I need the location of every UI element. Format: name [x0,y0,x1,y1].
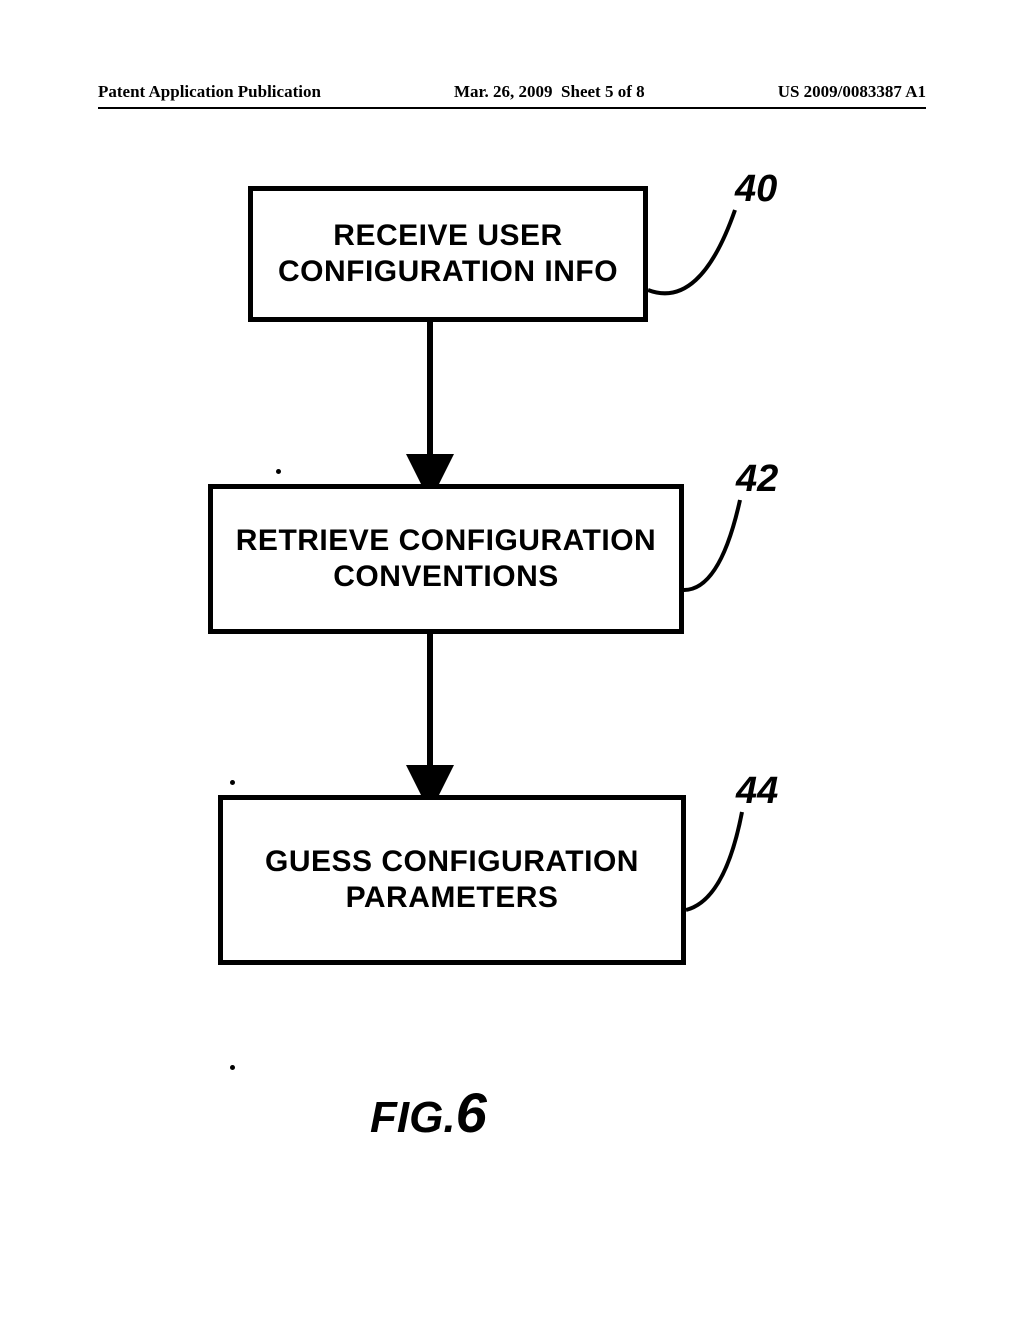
step-label: GUESS CONFIGURATIONPARAMETERS [265,844,639,916]
figure-caption: FIG.6 [370,1080,487,1145]
reference-numeral-40: 40 [735,168,777,211]
figure-number: 6 [456,1081,487,1144]
flowchart-step-receive-user-config: RECEIVE USERCONFIGURATION INFO [248,186,648,322]
reference-numeral-44: 44 [736,770,778,813]
artifact-dot [230,780,235,785]
flowchart-diagram: RECEIVE USERCONFIGURATION INFO 40 RETRIE… [0,0,1024,1320]
reference-numeral-42: 42 [736,458,778,501]
flowchart-step-retrieve-config-conventions: RETRIEVE CONFIGURATIONCONVENTIONS [208,484,684,634]
step-label: RETRIEVE CONFIGURATIONCONVENTIONS [236,523,656,595]
figure-prefix: FIG. [370,1093,456,1142]
step-label: RECEIVE USERCONFIGURATION INFO [278,218,618,290]
artifact-dot [276,469,281,474]
flowchart-step-guess-config-parameters: GUESS CONFIGURATIONPARAMETERS [218,795,686,965]
artifact-dot [230,1065,235,1070]
